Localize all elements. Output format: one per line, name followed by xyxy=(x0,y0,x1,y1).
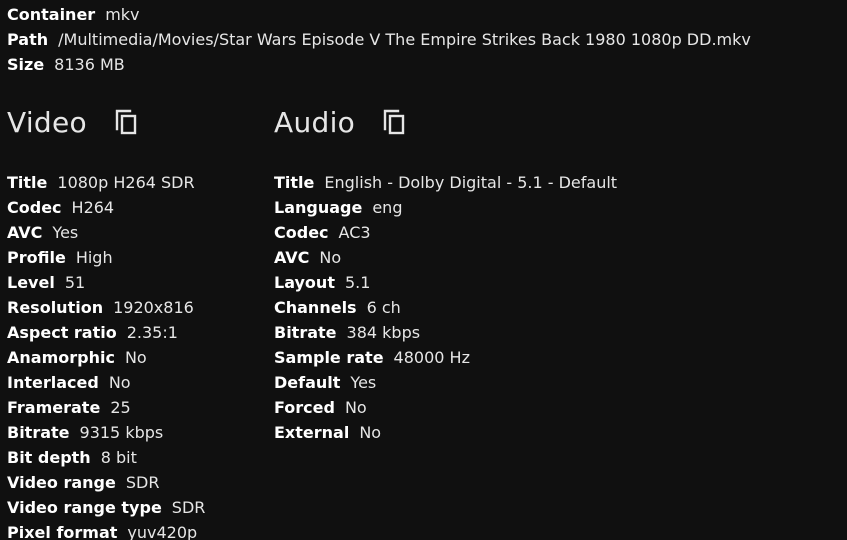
audio-property-label: Codec xyxy=(274,223,329,242)
video-property-row: Bitrate 9315 kbps xyxy=(7,420,205,445)
video-property-value: 25 xyxy=(110,398,131,417)
audio-property-label: Forced xyxy=(274,398,335,417)
audio-section: Audio Title English - Dolby Digital - 5.1… xyxy=(274,104,617,445)
audio-property-label: AVC xyxy=(274,248,310,267)
video-section: Video Title 1080p H264 SDR Codec H264 AVC Yes… xyxy=(7,104,205,540)
audio-property-label: Language xyxy=(274,198,363,217)
video-property-value: Yes xyxy=(52,223,79,242)
video-copy-icon[interactable] xyxy=(113,109,139,135)
video-property-row: Framerate 25 xyxy=(7,395,205,420)
size-label: Size xyxy=(7,55,45,74)
audio-property-row: AVC No xyxy=(274,245,617,270)
video-property-label: Bitrate xyxy=(7,423,70,442)
audio-copy-icon[interactable] xyxy=(381,109,407,135)
video-property-label: Title xyxy=(7,173,48,192)
audio-property-value: 5.1 xyxy=(344,273,371,292)
audio-property-value: No xyxy=(359,423,382,442)
audio-property-row: Forced No xyxy=(274,395,617,420)
video-property-value: No xyxy=(124,348,147,367)
video-property-row: Anamorphic No xyxy=(7,345,205,370)
container-row: Container mkv xyxy=(7,2,751,27)
audio-property-row: Language eng xyxy=(274,195,617,220)
container-value: mkv xyxy=(105,5,140,24)
audio-property-row: Layout 5.1 xyxy=(274,270,617,295)
audio-property-value: No xyxy=(344,398,367,417)
video-property-row: AVC Yes xyxy=(7,220,205,245)
video-property-label: Framerate xyxy=(7,398,101,417)
video-header: Video xyxy=(7,104,205,140)
video-property-value: 51 xyxy=(64,273,86,292)
audio-property-value: 48000 Hz xyxy=(393,348,470,367)
video-property-value: High xyxy=(75,248,113,267)
audio-properties: Title English - Dolby Digital - 5.1 - Def… xyxy=(274,170,617,445)
container-label: Container xyxy=(7,5,96,24)
video-property-label: Profile xyxy=(7,248,66,267)
audio-property-label: Sample rate xyxy=(274,348,384,367)
video-property-label: Codec xyxy=(7,198,62,217)
video-property-row: Profile High xyxy=(7,245,205,270)
video-property-value: 2.35:1 xyxy=(126,323,178,342)
audio-property-label: Layout xyxy=(274,273,335,292)
audio-header: Audio xyxy=(274,104,617,140)
video-property-row: Codec H264 xyxy=(7,195,205,220)
video-property-value: 1920x816 xyxy=(113,298,194,317)
audio-property-label: Bitrate xyxy=(274,323,337,342)
audio-title: Audio xyxy=(274,105,356,139)
video-property-value: No xyxy=(108,373,131,392)
video-property-value: 9315 kbps xyxy=(79,423,164,442)
audio-property-row: External No xyxy=(274,420,617,445)
audio-property-row: Sample rate 48000 Hz xyxy=(274,345,617,370)
video-property-row: Interlaced No xyxy=(7,370,205,395)
video-properties: Title 1080p H264 SDR Codec H264 AVC Yes Profil… xyxy=(7,170,205,540)
video-property-row: Video range SDR xyxy=(7,470,205,495)
size-value: 8136 MB xyxy=(54,55,125,74)
path-label: Path xyxy=(7,30,49,49)
audio-property-label: Title xyxy=(274,173,315,192)
audio-property-value: AC3 xyxy=(338,223,371,242)
video-property-label: Resolution xyxy=(7,298,104,317)
audio-property-label: Default xyxy=(274,373,341,392)
video-property-row: Aspect ratio 2.35:1 xyxy=(7,320,205,345)
video-property-label: Pixel format xyxy=(7,523,118,540)
audio-property-value: eng xyxy=(372,198,403,217)
audio-property-value: English - Dolby Digital - 5.1 - Default xyxy=(324,173,618,192)
video-property-value: 8 bit xyxy=(100,448,137,467)
audio-property-row: Codec AC3 xyxy=(274,220,617,245)
path-row: Path/Multimedia/Movies/Star Wars Episode… xyxy=(7,27,751,52)
video-property-value: 1080p H264 SDR xyxy=(57,173,195,192)
video-property-value: H264 xyxy=(71,198,115,217)
video-title: Video xyxy=(7,105,87,139)
video-property-label: Video range xyxy=(7,473,116,492)
video-property-label: Bit depth xyxy=(7,448,91,467)
video-property-label: Interlaced xyxy=(7,373,99,392)
video-property-label: AVC xyxy=(7,223,43,242)
video-property-row: Bit depth 8 bit xyxy=(7,445,205,470)
general-info: Container mkv Path/Multimedia/Movies/Star… xyxy=(7,2,751,77)
size-row: Size 8136 MB xyxy=(7,52,751,77)
video-property-value: SDR xyxy=(171,498,206,517)
audio-property-value: Yes xyxy=(350,373,377,392)
audio-property-label: Channels xyxy=(274,298,357,317)
audio-property-row: Bitrate 384 kbps xyxy=(274,320,617,345)
path-value: /Multimedia/Movies/Star Wars Episode V T… xyxy=(58,30,751,49)
audio-property-value: No xyxy=(319,248,342,267)
video-property-label: Anamorphic xyxy=(7,348,115,367)
video-property-row: Resolution 1920x816 xyxy=(7,295,205,320)
audio-property-row: Title English - Dolby Digital - 5.1 - Def… xyxy=(274,170,617,195)
audio-property-label: External xyxy=(274,423,350,442)
video-property-row: Video range type SDR xyxy=(7,495,205,520)
video-property-value: yuv420p xyxy=(127,523,198,540)
video-property-row: Title 1080p H264 SDR xyxy=(7,170,205,195)
audio-property-row: Channels 6 ch xyxy=(274,295,617,320)
video-property-row: Pixel format yuv420p xyxy=(7,520,205,540)
video-property-row: Level 51 xyxy=(7,270,205,295)
video-property-value: SDR xyxy=(125,473,160,492)
video-property-label: Video range type xyxy=(7,498,162,517)
audio-property-row: Default Yes xyxy=(274,370,617,395)
audio-property-value: 6 ch xyxy=(366,298,401,317)
video-property-label: Aspect ratio xyxy=(7,323,117,342)
video-property-label: Level xyxy=(7,273,55,292)
audio-property-value: 384 kbps xyxy=(346,323,421,342)
